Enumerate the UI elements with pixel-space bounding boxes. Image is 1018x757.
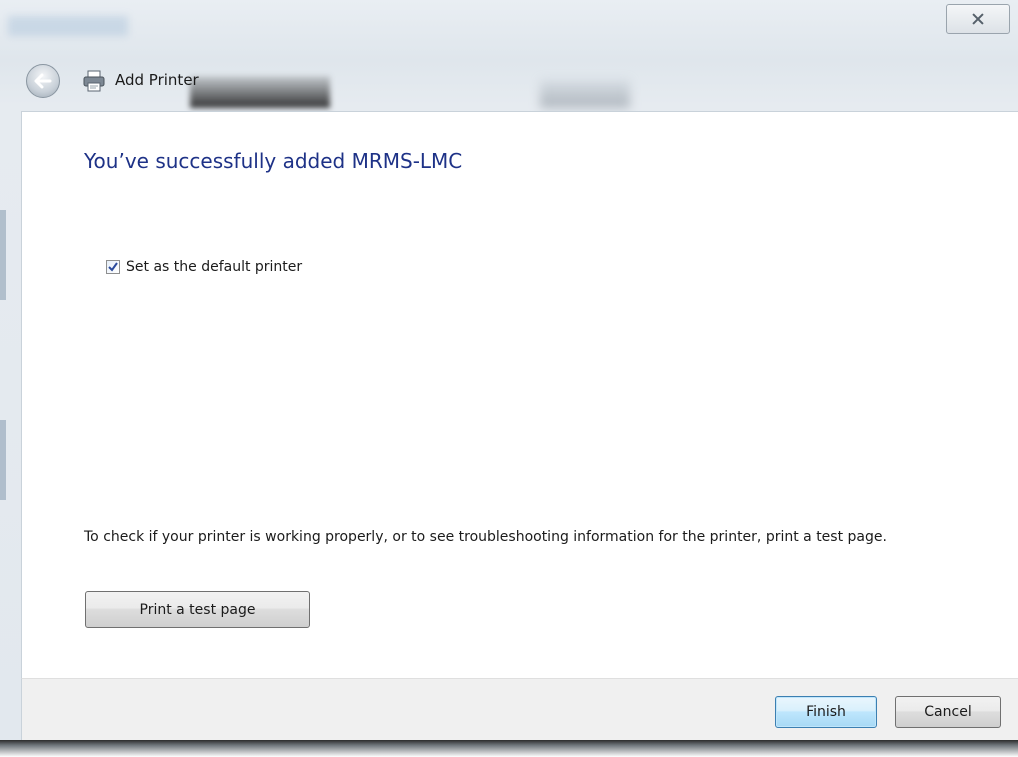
finish-button[interactable]: Finish — [775, 696, 877, 728]
background-blur — [190, 76, 330, 108]
background-blur — [8, 16, 128, 36]
background-blur — [540, 80, 630, 108]
default-printer-checkbox[interactable] — [106, 260, 120, 274]
window-bottom-edge — [0, 740, 1018, 757]
back-button[interactable] — [26, 64, 60, 98]
test-page-info-text: To check if your printer is working prop… — [84, 529, 887, 545]
page-heading: You’ve successfully added MRMS-LMC — [84, 149, 463, 173]
check-icon — [108, 262, 118, 272]
printer-icon — [83, 70, 105, 92]
default-printer-checkbox-row[interactable]: Set as the default printer — [106, 257, 302, 277]
print-test-page-button[interactable]: Print a test page — [85, 591, 310, 628]
close-button[interactable] — [946, 4, 1010, 34]
window-title: Add Printer — [115, 71, 199, 89]
back-arrow-icon — [34, 73, 52, 89]
cancel-button[interactable]: Cancel — [895, 696, 1001, 728]
background-blur — [0, 420, 6, 500]
close-icon — [972, 13, 984, 25]
default-printer-label: Set as the default printer — [126, 259, 303, 275]
background-blur — [0, 210, 6, 300]
